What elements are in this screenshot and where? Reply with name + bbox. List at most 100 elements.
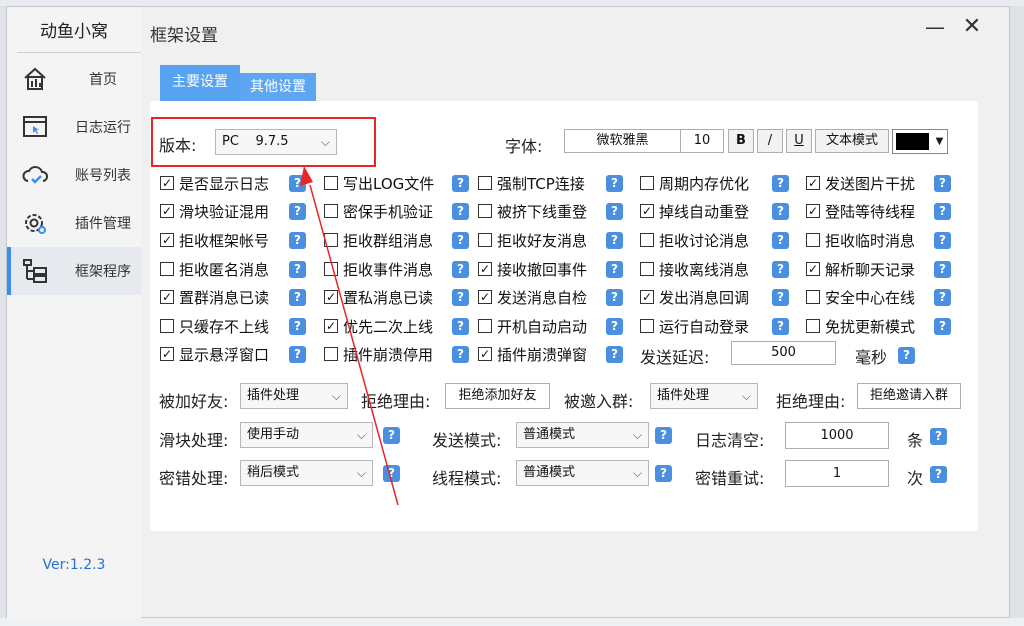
friend-reject-reason-field[interactable]: 拒绝添加好友 bbox=[445, 383, 550, 409]
checkbox-unchecked-icon[interactable] bbox=[478, 204, 492, 218]
checkbox-option[interactable]: ✓ 插件崩溃弹窗 bbox=[478, 343, 587, 365]
checkbox-checked-icon[interactable]: ✓ bbox=[160, 204, 174, 218]
checkbox-option[interactable]: 插件崩溃停用 bbox=[324, 343, 433, 365]
checkbox-unchecked-icon[interactable] bbox=[478, 233, 492, 247]
checkbox-option[interactable]: ✓ 是否显示日志 bbox=[160, 172, 269, 194]
checkbox-option[interactable]: 周期内存优化 bbox=[640, 172, 749, 194]
close-button[interactable]: ✕ bbox=[958, 15, 986, 41]
help-icon[interactable]: ? bbox=[606, 203, 623, 220]
thread-mode-select[interactable]: 普通模式 ⌵ bbox=[516, 460, 649, 486]
checkbox-option[interactable]: 安全中心在线 bbox=[806, 286, 915, 308]
help-icon[interactable]: ? bbox=[289, 203, 306, 220]
help-icon[interactable]: ? bbox=[452, 203, 469, 220]
checkbox-checked-icon[interactable]: ✓ bbox=[640, 204, 654, 218]
checkbox-checked-icon[interactable]: ✓ bbox=[478, 347, 492, 361]
help-icon[interactable]: ? bbox=[606, 289, 623, 306]
checkbox-checked-icon[interactable]: ✓ bbox=[478, 290, 492, 304]
help-icon[interactable]: ? bbox=[452, 346, 469, 363]
help-icon[interactable]: ? bbox=[606, 232, 623, 249]
text-mode-button[interactable]: 文本模式 bbox=[815, 129, 889, 153]
help-icon[interactable]: ? bbox=[452, 261, 469, 278]
checkbox-option[interactable]: 被挤下线重登 bbox=[478, 200, 587, 222]
help-icon[interactable]: ? bbox=[289, 346, 306, 363]
checkbox-unchecked-icon[interactable] bbox=[160, 319, 174, 333]
checkbox-option[interactable]: 强制TCP连接 bbox=[478, 172, 585, 194]
checkbox-option[interactable]: ✓ 发送消息自检 bbox=[478, 286, 587, 308]
tab-other-settings[interactable]: 其他设置 bbox=[240, 73, 316, 101]
checkbox-unchecked-icon[interactable] bbox=[806, 319, 820, 333]
checkbox-unchecked-icon[interactable] bbox=[640, 176, 654, 190]
sidebar-item-home[interactable]: 首页 bbox=[7, 55, 141, 103]
bold-button[interactable]: B bbox=[728, 129, 754, 153]
font-size-field[interactable]: 10 bbox=[680, 129, 724, 153]
help-icon[interactable]: ? bbox=[383, 427, 400, 444]
help-icon[interactable]: ? bbox=[289, 289, 306, 306]
help-icon[interactable]: ? bbox=[934, 175, 951, 192]
help-icon[interactable]: ? bbox=[772, 318, 789, 335]
help-icon[interactable]: ? bbox=[289, 232, 306, 249]
help-icon[interactable]: ? bbox=[934, 232, 951, 249]
help-icon[interactable]: ? bbox=[289, 175, 306, 192]
help-icon[interactable]: ? bbox=[383, 465, 400, 482]
checkbox-checked-icon[interactable]: ✓ bbox=[806, 204, 820, 218]
pwd-retry-field[interactable]: 1 bbox=[785, 460, 889, 487]
help-icon[interactable]: ? bbox=[289, 318, 306, 335]
send-mode-select[interactable]: 普通模式 ⌵ bbox=[516, 422, 649, 448]
checkbox-option[interactable]: ✓ 解析聊天记录 bbox=[806, 258, 915, 280]
help-icon[interactable]: ? bbox=[934, 318, 951, 335]
checkbox-checked-icon[interactable]: ✓ bbox=[324, 319, 338, 333]
checkbox-option[interactable]: 拒收事件消息 bbox=[324, 258, 433, 280]
checkbox-option[interactable]: 运行自动登录 bbox=[640, 315, 749, 337]
help-icon[interactable]: ? bbox=[898, 347, 915, 364]
checkbox-checked-icon[interactable]: ✓ bbox=[806, 176, 820, 190]
checkbox-option[interactable]: ✓ 滑块验证混用 bbox=[160, 200, 269, 222]
sidebar-item-log[interactable]: 日志运行 bbox=[7, 103, 141, 151]
group-reject-reason-field[interactable]: 拒绝邀请入群 bbox=[857, 383, 961, 409]
italic-button[interactable]: / bbox=[757, 129, 783, 153]
minimize-button[interactable]: — bbox=[921, 15, 949, 41]
checkbox-option[interactable]: ✓ 接收撤回事件 bbox=[478, 258, 587, 280]
checkbox-option[interactable]: 拒收临时消息 bbox=[806, 229, 915, 251]
send-delay-field[interactable]: 500 bbox=[731, 341, 836, 365]
checkbox-unchecked-icon[interactable] bbox=[478, 319, 492, 333]
checkbox-option[interactable]: ✓ 拒收框架帐号 bbox=[160, 229, 269, 251]
sidebar-item-accounts[interactable]: 账号列表 bbox=[7, 151, 141, 199]
tab-main-settings[interactable]: 主要设置 bbox=[160, 65, 240, 101]
sidebar-item-plugins[interactable]: 插件管理 bbox=[7, 199, 141, 247]
help-icon[interactable]: ? bbox=[452, 232, 469, 249]
checkbox-unchecked-icon[interactable] bbox=[324, 204, 338, 218]
checkbox-checked-icon[interactable]: ✓ bbox=[160, 176, 174, 190]
sidebar-item-framework[interactable]: 框架程序 bbox=[7, 247, 141, 295]
checkbox-option[interactable]: 只缓存不上线 bbox=[160, 315, 269, 337]
help-icon[interactable]: ? bbox=[934, 203, 951, 220]
checkbox-option[interactable]: 接收离线消息 bbox=[640, 258, 749, 280]
checkbox-checked-icon[interactable]: ✓ bbox=[806, 262, 820, 276]
checkbox-option[interactable]: ✓ 发送图片干扰 bbox=[806, 172, 915, 194]
checkbox-checked-icon[interactable]: ✓ bbox=[640, 290, 654, 304]
help-icon[interactable]: ? bbox=[772, 289, 789, 306]
checkbox-option[interactable]: 拒收匿名消息 bbox=[160, 258, 269, 280]
help-icon[interactable]: ? bbox=[772, 232, 789, 249]
checkbox-unchecked-icon[interactable] bbox=[806, 233, 820, 247]
checkbox-unchecked-icon[interactable] bbox=[160, 262, 174, 276]
checkbox-option[interactable]: ✓ 置私消息已读 bbox=[324, 286, 433, 308]
help-icon[interactable]: ? bbox=[934, 261, 951, 278]
help-icon[interactable]: ? bbox=[606, 261, 623, 278]
help-icon[interactable]: ? bbox=[452, 175, 469, 192]
checkbox-checked-icon[interactable]: ✓ bbox=[160, 347, 174, 361]
checkbox-option[interactable]: 写出LOG文件 bbox=[324, 172, 434, 194]
checkbox-checked-icon[interactable]: ✓ bbox=[478, 262, 492, 276]
checkbox-unchecked-icon[interactable] bbox=[640, 233, 654, 247]
checkbox-unchecked-icon[interactable] bbox=[640, 262, 654, 276]
help-icon[interactable]: ? bbox=[934, 289, 951, 306]
pwd-error-select[interactable]: 稍后模式 ⌵ bbox=[240, 460, 373, 486]
checkbox-option[interactable]: 拒收讨论消息 bbox=[640, 229, 749, 251]
checkbox-option[interactable]: ✓ 掉线自动重登 bbox=[640, 200, 749, 222]
checkbox-checked-icon[interactable]: ✓ bbox=[324, 290, 338, 304]
help-icon[interactable]: ? bbox=[452, 289, 469, 306]
help-icon[interactable]: ? bbox=[655, 427, 672, 444]
font-name-field[interactable]: 微软雅黑 bbox=[564, 129, 681, 153]
checkbox-option[interactable]: ✓ 优先二次上线 bbox=[324, 315, 433, 337]
color-picker[interactable]: ▼ bbox=[892, 129, 948, 154]
checkbox-checked-icon[interactable]: ✓ bbox=[160, 290, 174, 304]
